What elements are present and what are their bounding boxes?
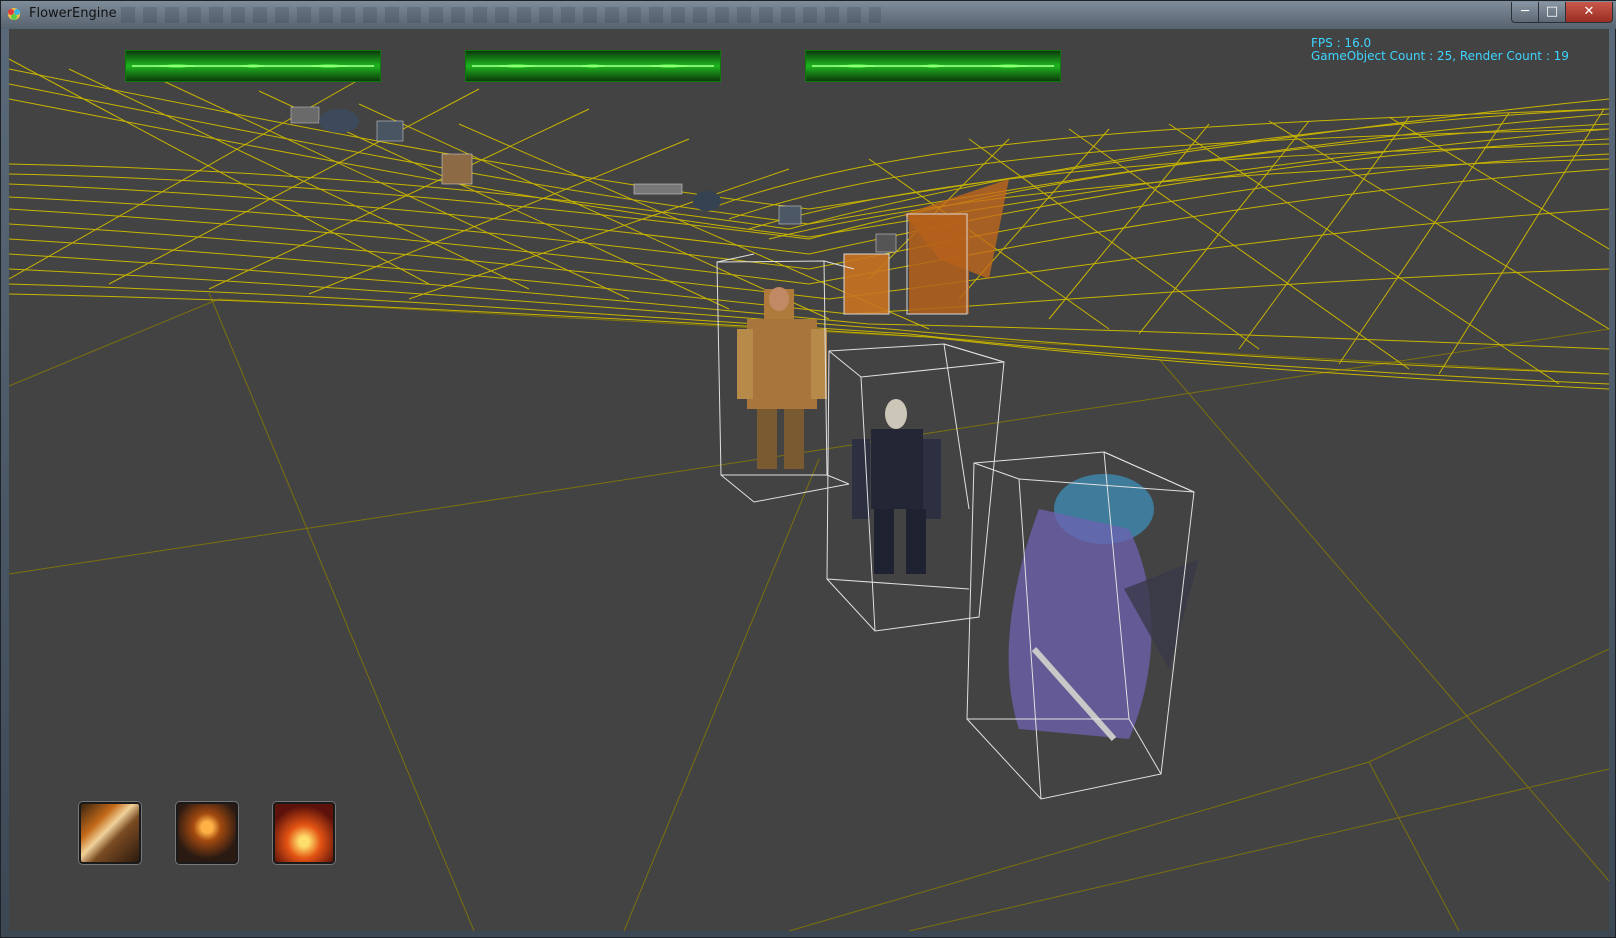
health-bar-3 xyxy=(805,50,1061,82)
object-count-readout: GameObject Count : 25, Render Count : 19 xyxy=(1311,49,1569,63)
window-title: FlowerEngine xyxy=(29,6,117,21)
health-bar-1 xyxy=(125,50,381,82)
health-bar-2 xyxy=(465,50,721,82)
skill-slot-2[interactable] xyxy=(176,802,238,864)
armored-human-unit xyxy=(716,253,855,503)
background-toolbar xyxy=(121,7,881,23)
close-button[interactable]: ✕ xyxy=(1565,2,1613,23)
skill-slot-3[interactable] xyxy=(273,802,335,864)
scene-render xyxy=(9,58,1609,931)
engine-window: FlowerEngine ─ □ ✕ FPS: 16.0 GameObject… xyxy=(0,0,1616,938)
hud-stats: FPS : 16.0 GameObject Count : 25, Render… xyxy=(1311,37,1569,63)
skill-slot-1[interactable] xyxy=(79,802,141,864)
troll-unit xyxy=(966,451,1199,800)
app-icon xyxy=(8,8,20,20)
maximize-button[interactable]: □ xyxy=(1538,2,1566,23)
minimize-button[interactable]: ─ xyxy=(1511,2,1539,23)
game-viewport[interactable]: FPS : 16.0 GameObject Count : 25, Render… xyxy=(9,29,1609,931)
title-bar[interactable]: FlowerEngine ─ □ ✕ xyxy=(1,1,1616,29)
undead-unit xyxy=(826,343,1005,632)
